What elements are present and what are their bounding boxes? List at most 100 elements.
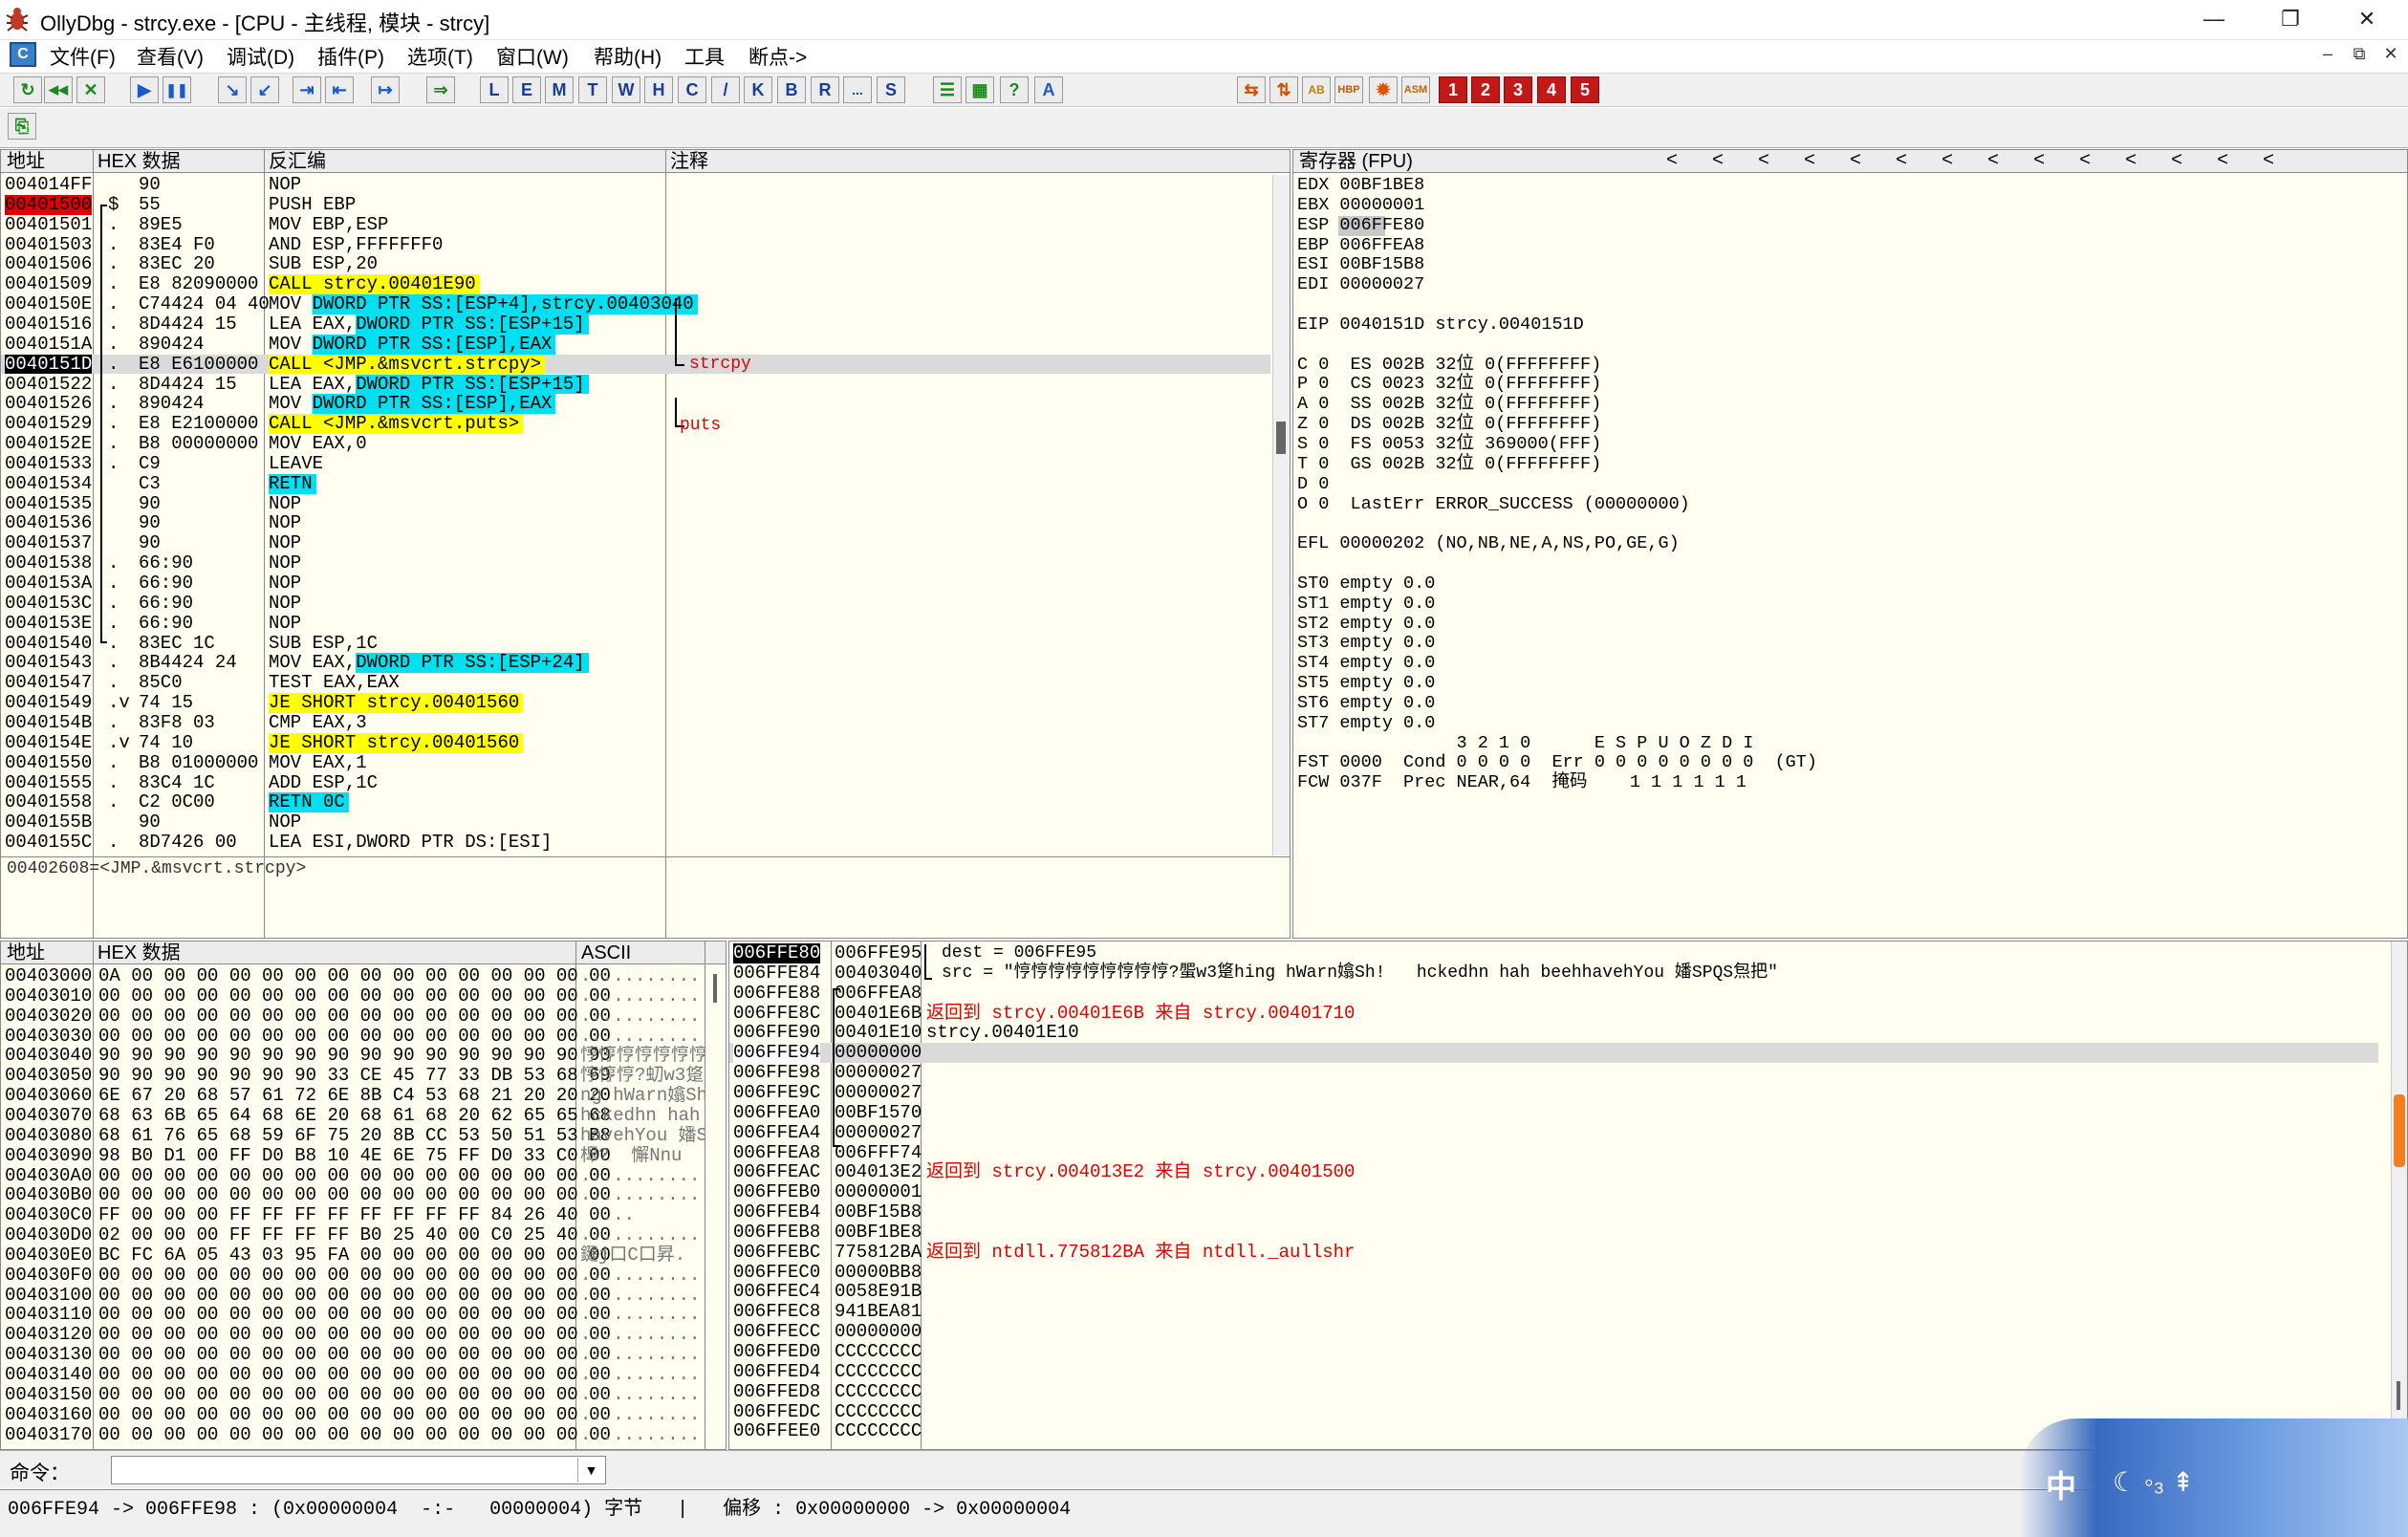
stack-row[interactable]: 006FFEB0 00000001 [729, 1182, 2378, 1202]
dump-row[interactable]: 00403140 00 00 00 00 00 00 00 00 00 00 00… [1, 1365, 705, 1385]
stack-row[interactable]: 006FFED0 CCCCCCCC [729, 1342, 2378, 1362]
disasm-row[interactable]: 0040150E. C74424 04 403 MOV DWORD PTR SS:[… [1, 294, 1270, 314]
disasm-row[interactable]: 0040151D. E8 E6100000 CALL <JMP.&msvcrt.st… [1, 354, 1270, 375]
slot-4-button[interactable]: 4 [1537, 76, 1566, 103]
dump-listing[interactable]: 00403000 0A 00 00 00 00 00 00 00 00 00 00… [1, 966, 705, 1449]
stack-scroll-thumb[interactable] [2394, 1094, 2405, 1167]
command-dropdown-icon[interactable]: ▼ [577, 1458, 604, 1483]
font-icon[interactable]: A [1034, 76, 1063, 103]
disasm-row[interactable]: 00401537 90 NOP [1, 533, 1270, 553]
register-line[interactable]: D 0 [1297, 474, 1817, 495]
plugin-ab-icon[interactable]: AB [1302, 76, 1331, 103]
disasm-row[interactable]: 00401529. E8 E2100000 CALL <JMP.&msvcrt.pu… [1, 414, 1270, 435]
stack-row[interactable]: 006FFEC0 00000BB8 [729, 1262, 2378, 1283]
stack-row[interactable]: 006FFED8 CCCCCCCC [729, 1381, 2378, 1402]
goto-icon[interactable]: ⇒ [426, 76, 455, 103]
rewind-icon[interactable]: ◀◀ [44, 76, 73, 103]
register-line[interactable]: EBP 006FFEA8 [1297, 235, 1817, 256]
list-icon[interactable]: ☰ [933, 76, 962, 103]
log-window-button[interactable]: L [480, 76, 509, 103]
disasm-row[interactable]: 0040152E. B8 00000000 MOV EAX,0 [1, 434, 1270, 454]
slot-3-button[interactable]: 3 [1504, 76, 1532, 103]
dump-row[interactable]: 004030C0 FF 00 00 00 FF FF FF FF FF FF FF… [1, 1205, 705, 1225]
disasm-row[interactable]: 00401538. 66:90 NOP [1, 553, 1270, 574]
breakpoints-window-button[interactable]: B [777, 76, 806, 103]
patches-window-button[interactable]: / [711, 76, 740, 103]
register-line[interactable]: ST6 empty 0.0 [1297, 693, 1817, 714]
threads-window-button[interactable]: T [578, 76, 607, 103]
register-line[interactable]: P 0 CS 0023 32位 0(FFFFFFFF) [1297, 375, 1817, 395]
plugin-star-icon[interactable]: ✹ [1369, 76, 1398, 103]
register-line[interactable]: 3 2 1 0 E S P U O Z D I [1297, 733, 1817, 754]
disasm-listing[interactable]: 004014FF 90 NOP 00401500 $55 PUSH EBP 0040150… [1, 175, 1270, 854]
stack-row[interactable]: 006FFEBC 775812BA 返回到 ntdll.775812BA 来自 nt… [729, 1242, 2378, 1263]
dump-row[interactable]: 00403150 00 00 00 00 00 00 00 00 00 00 00… [1, 1384, 705, 1405]
ime-mode-indicator[interactable]: 中 [2046, 1462, 2076, 1506]
register-line[interactable]: O 0 LastErr ERROR_SUCCESS (00000000) [1297, 494, 1817, 515]
stack-row[interactable]: 006FFEB4 00BF15B8 [729, 1202, 2378, 1223]
stack-row[interactable]: 006FFEB8 00BF1BE8 [729, 1223, 2378, 1243]
open-file-icon[interactable]: ⎘ [8, 113, 36, 140]
run-icon[interactable]: ▶ [130, 76, 159, 103]
memory-window-button[interactable]: M [545, 76, 574, 103]
register-line[interactable]: FST 0000 Cond 0 0 0 0 Err 0 0 0 0 0 0 0 … [1297, 753, 1817, 773]
close-process-icon[interactable]: ✕ [76, 76, 105, 103]
menu-options[interactable]: 选项(T) [407, 42, 473, 71]
register-line[interactable] [1297, 295, 1817, 315]
step-into-icon[interactable]: ↘ [218, 76, 247, 103]
modules-window-button[interactable]: E [512, 76, 541, 103]
ime-toolbar[interactable] [2019, 1418, 2408, 1537]
register-line[interactable]: EFL 00000202 (NO,NB,NE,A,NS,PO,GE,G) [1297, 533, 1817, 554]
dump-row[interactable]: 00403110 00 00 00 00 00 00 00 00 00 00 00… [1, 1305, 705, 1325]
stack-row[interactable]: 006FFE98 00000027 [729, 1063, 2378, 1083]
stack-row[interactable]: 006FFED4 CCCCCCCC [729, 1361, 2378, 1382]
restore-button[interactable]: ❐ [2256, 0, 2325, 40]
trace-into-icon[interactable]: ⇥ [293, 76, 321, 103]
menu-help[interactable]: 帮助(H) [594, 42, 662, 71]
register-line[interactable]: ST3 empty 0.0 [1297, 634, 1817, 654]
plugin-order-icon[interactable]: ⇅ [1269, 76, 1298, 103]
dump-row[interactable]: 00403050 90 90 90 90 90 90 90 33 CE 45 77… [1, 1066, 705, 1086]
slot-2-button[interactable]: 2 [1471, 76, 1500, 103]
help-icon[interactable]: ? [1000, 76, 1029, 103]
handles-window-button[interactable]: H [644, 76, 673, 103]
dump-row[interactable]: 00403020 00 00 00 00 00 00 00 00 00 00 00… [1, 1006, 705, 1027]
stack-row[interactable]: 006FFECC 00000000 [729, 1322, 2378, 1342]
source-window-button[interactable]: S [877, 76, 905, 103]
dump-row[interactable]: 00403060 6E 67 20 68 57 61 72 6E 8B C4 53… [1, 1086, 705, 1106]
dump-row[interactable]: 004030A0 00 00 00 00 00 00 00 00 00 00 00… [1, 1165, 705, 1186]
disasm-row[interactable]: 00401534 C3 RETN [1, 473, 1270, 494]
dump-header-address[interactable]: 地址 [7, 942, 45, 964]
register-line[interactable]: ST7 empty 0.0 [1297, 713, 1817, 734]
stack-row[interactable]: 006FFEC4 0058E91B [729, 1282, 2378, 1302]
cpu-window-button[interactable]: C [678, 76, 706, 103]
dump-row[interactable]: 00403160 00 00 00 00 00 00 00 00 00 00 00… [1, 1404, 705, 1425]
step-over-icon[interactable]: ↙ [250, 76, 279, 103]
disasm-row[interactable]: 00401522. 8D4424 15 LEA EAX,DWORD PTR SS:[… [1, 374, 1270, 395]
pause-icon[interactable]: ❚❚ [163, 76, 191, 103]
disasm-row[interactable]: 0040153A. 66:90 NOP [1, 574, 1270, 594]
disasm-row[interactable]: 0040153C. 66:90 NOP [1, 593, 1270, 614]
dump-row[interactable]: 00403070 68 63 6B 65 64 68 6E 20 68 61 68… [1, 1106, 705, 1126]
menu-window[interactable]: 窗口(W) [496, 42, 569, 71]
call-stack-window-button[interactable]: K [744, 76, 772, 103]
dump-scrollbar[interactable] [713, 974, 717, 1003]
register-line[interactable]: ST4 empty 0.0 [1297, 653, 1817, 674]
disasm-row[interactable]: 00401533. C9 LEAVE [1, 454, 1270, 474]
stack-row[interactable]: 006FFEAC 004013E2 返回到 strcy.004013E2 来自 st… [729, 1162, 2378, 1182]
register-line[interactable]: T 0 GS 002B 32位 0(FFFFFFFF) [1297, 454, 1817, 475]
stack-row[interactable]: 006FFEC8 941BEA81 [729, 1302, 2378, 1322]
menu-file[interactable]: 文件(F) [50, 42, 116, 71]
cpu-window-icon[interactable]: C [10, 42, 36, 67]
menu-debug[interactable]: 调试(D) [227, 42, 294, 71]
dump-row[interactable]: 004030F0 00 00 00 00 00 00 00 00 00 00 00… [1, 1265, 705, 1286]
dump-header-hex[interactable]: HEX 数据 [98, 942, 181, 964]
dump-row[interactable]: 004030E0 BC FC 6A 05 43 03 95 FA 00 00 00… [1, 1245, 705, 1266]
disasm-row[interactable]: 00401543. 8B4424 24 MOV EAX,DWORD PTR SS:[… [1, 653, 1270, 674]
register-line[interactable]: Z 0 DS 002B 32位 0(FFFFFFFF) [1297, 414, 1817, 435]
disasm-row[interactable]: 004014FF 90 NOP [1, 175, 1270, 195]
register-line[interactable]: ST5 empty 0.0 [1297, 673, 1817, 694]
grid-icon[interactable]: ▦ [965, 76, 994, 103]
dump-header-ascii[interactable]: ASCII [581, 942, 631, 964]
disasm-row[interactable]: 00401558. C2 0C00 RETN 0C [1, 792, 1270, 813]
